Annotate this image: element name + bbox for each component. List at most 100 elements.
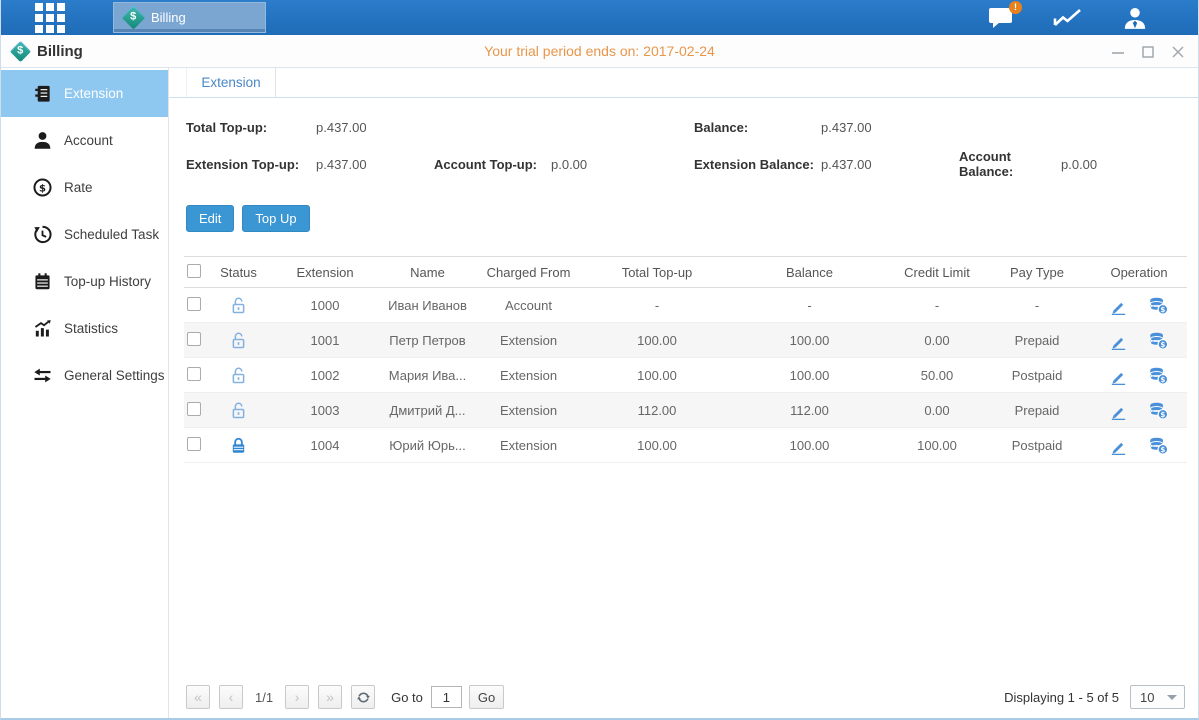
cell-credit-limit: - <box>891 288 983 323</box>
edit-pencil-icon[interactable] <box>1109 366 1128 385</box>
first-page-button[interactable]: « <box>186 685 210 709</box>
sidebar-item-rate[interactable]: $ Rate <box>1 164 168 211</box>
row-checkbox[interactable] <box>187 332 201 346</box>
goto-page-input[interactable] <box>431 686 462 708</box>
sidebar-item-label: Account <box>64 133 113 148</box>
taskbar-tab-billing[interactable]: $ Billing <box>113 2 266 33</box>
cell-extension: 1004 <box>266 428 384 463</box>
sidebar-item-label: Top-up History <box>64 274 151 289</box>
table-header-row: StatusExtensionNameCharged FromTotal Top… <box>184 257 1187 288</box>
cell-pay-type: - <box>983 288 1091 323</box>
cell-credit-limit: 0.00 <box>891 393 983 428</box>
reports-chart-icon[interactable] <box>1053 5 1083 31</box>
edit-pencil-icon[interactable] <box>1109 436 1128 455</box>
svg-text:$: $ <box>1160 444 1165 453</box>
action-buttons: Edit Top Up <box>186 205 1198 232</box>
balance-label: Balance: <box>694 120 821 135</box>
column-header-charged-from: Charged From <box>471 257 586 288</box>
cell-total-topup: 100.00 <box>586 358 728 393</box>
billing-dollar-icon: $ <box>10 40 31 61</box>
last-page-button[interactable]: » <box>318 685 342 709</box>
messages-icon[interactable]: ! <box>986 5 1016 31</box>
lock-open-icon <box>229 400 248 421</box>
sidebar-item-label: Statistics <box>64 321 118 336</box>
top-up-coins-icon[interactable]: $ <box>1148 401 1169 420</box>
svg-text:$: $ <box>1160 339 1165 348</box>
cell-extension: 1001 <box>266 323 384 358</box>
taskbar-tab-label: Billing <box>151 10 186 25</box>
column-header-operation: Operation <box>1091 257 1187 288</box>
app-grid-icon[interactable] <box>35 3 65 33</box>
cell-charged-from: Extension <box>471 393 586 428</box>
edit-pencil-icon[interactable] <box>1109 331 1128 350</box>
window-title-text: Billing <box>37 43 83 60</box>
sidebar-item-scheduled-task[interactable]: Scheduled Task <box>1 211 168 258</box>
lock-closed-icon <box>229 435 248 456</box>
next-page-button[interactable]: › <box>285 685 309 709</box>
total-topup-value: p.437.00 <box>316 120 434 135</box>
top-up-button[interactable]: Top Up <box>242 205 309 232</box>
stats-chart-icon <box>31 318 53 340</box>
top-up-coins-icon[interactable]: $ <box>1148 331 1169 350</box>
window-title-bar: $ Billing Your trial period ends on: 201… <box>1 35 1198 68</box>
user-account-icon[interactable] <box>1120 5 1150 31</box>
cell-balance: 100.00 <box>728 358 891 393</box>
select-all-checkbox[interactable] <box>187 264 201 278</box>
cell-balance: - <box>728 288 891 323</box>
cell-charged-from: Extension <box>471 428 586 463</box>
account-topup-label: Account Top-up: <box>434 157 551 172</box>
pagination-right: Displaying 1 - 5 of 5 10 <box>1004 685 1185 709</box>
extension-table-wrap: StatusExtensionNameCharged FromTotal Top… <box>184 256 1185 463</box>
sidebar-item-general-settings[interactable]: General Settings <box>1 352 168 399</box>
cell-balance: 112.00 <box>728 393 891 428</box>
table-row: 1002 Мария Ива... Extension 100.00 100.0… <box>184 358 1187 393</box>
page-indicator: 1/1 <box>255 690 273 705</box>
minimize-icon[interactable] <box>1111 45 1124 58</box>
maximize-icon[interactable] <box>1141 45 1154 58</box>
account-balance-label: Account Balance: <box>959 149 1061 179</box>
cell-total-topup: 100.00 <box>586 323 728 358</box>
cell-total-topup: 100.00 <box>586 428 728 463</box>
close-icon[interactable] <box>1171 45 1184 58</box>
displaying-text: Displaying 1 - 5 of 5 <box>1004 690 1119 705</box>
edit-button[interactable]: Edit <box>186 205 234 232</box>
sidebar-item-account[interactable]: Account <box>1 117 168 164</box>
row-checkbox[interactable] <box>187 367 201 381</box>
refresh-icon[interactable] <box>351 685 375 709</box>
top-up-coins-icon[interactable]: $ <box>1148 436 1169 455</box>
go-button[interactable]: Go <box>469 685 504 709</box>
row-checkbox[interactable] <box>187 297 201 311</box>
sidebar-item-statistics[interactable]: Statistics <box>1 305 168 352</box>
dollar-coin-icon: $ <box>31 177 53 199</box>
cell-name: Мария Ива... <box>384 358 471 393</box>
edit-pencil-icon[interactable] <box>1109 401 1128 420</box>
sidebar-item-top-up-history[interactable]: Top-up History <box>1 258 168 305</box>
chevron-down-icon <box>1167 695 1177 700</box>
page-size-select[interactable]: 10 <box>1130 685 1185 709</box>
sidebar-item-extension[interactable]: Extension <box>1 70 168 117</box>
row-checkbox[interactable] <box>187 437 201 451</box>
edit-pencil-icon[interactable] <box>1109 296 1128 315</box>
column-header-name: Name <box>384 257 471 288</box>
cell-name: Петр Петров <box>384 323 471 358</box>
cell-charged-from: Account <box>471 288 586 323</box>
cell-credit-limit: 0.00 <box>891 323 983 358</box>
balance-summary: Total Top-up: p.437.00 Balance: p.437.00… <box>186 120 1198 179</box>
svg-text:$: $ <box>1160 374 1165 383</box>
calendar-icon <box>31 271 53 293</box>
row-checkbox[interactable] <box>187 402 201 416</box>
top-up-coins-icon[interactable]: $ <box>1148 296 1169 315</box>
sidebar: Extension Account $ Rate Scheduled Task … <box>1 68 169 718</box>
account-topup-value: p.0.00 <box>551 157 694 172</box>
ledger-icon <box>31 83 53 105</box>
balance-value: p.437.00 <box>821 120 959 135</box>
top-up-coins-icon[interactable]: $ <box>1148 366 1169 385</box>
cell-name: Дмитрий Д... <box>384 393 471 428</box>
cell-extension: 1000 <box>266 288 384 323</box>
prev-page-button[interactable]: ‹ <box>219 685 243 709</box>
tab-extension[interactable]: Extension <box>186 68 276 97</box>
sidebar-item-label: Rate <box>64 180 93 195</box>
window-controls <box>1111 35 1184 68</box>
topbar-actions: ! <box>986 0 1198 35</box>
extension-balance-value: p.437.00 <box>821 157 959 172</box>
